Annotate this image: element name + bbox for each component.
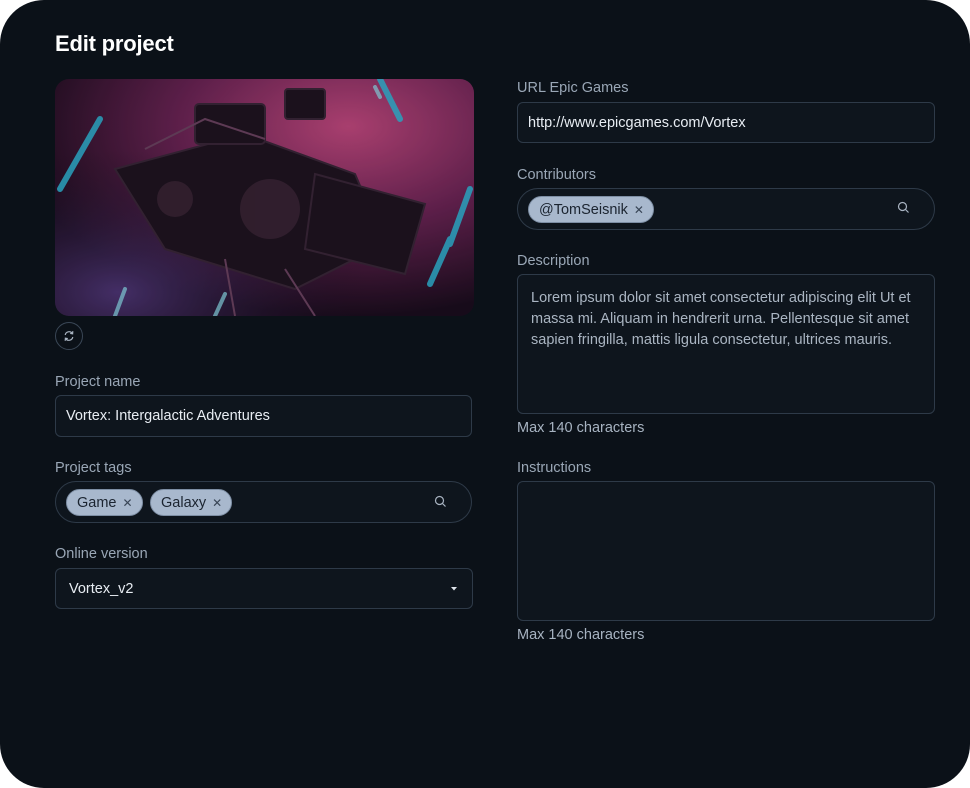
- tag-chip: Galaxy ✕: [150, 489, 233, 516]
- online-version-value: Vortex_v2: [69, 581, 134, 597]
- url-label: URL Epic Games: [517, 80, 629, 96]
- project-tags-input[interactable]: Game ✕ Galaxy ✕: [55, 481, 472, 523]
- instructions-label: Instructions: [517, 460, 592, 476]
- url-value: http://www.epicgames.com/Vortex: [528, 115, 746, 131]
- description-hint: Max 140 characters: [517, 420, 645, 436]
- close-icon[interactable]: ✕: [212, 496, 222, 510]
- edit-project-panel: Edit project Project name Vortex: Interg…: [0, 0, 970, 788]
- project-name-label: Project name: [55, 374, 141, 390]
- online-version-select[interactable]: Vortex_v2: [55, 568, 473, 609]
- instructions-hint: Max 140 characters: [517, 627, 645, 643]
- contributors-label: Contributors: [517, 167, 596, 183]
- project-tags-label: Project tags: [55, 460, 132, 476]
- contributor-chip-label: @TomSeisnik: [539, 201, 628, 218]
- online-version-label: Online version: [55, 546, 148, 562]
- camera-photo: [55, 79, 474, 316]
- tag-chip: Game ✕: [66, 489, 143, 516]
- page-title: Edit project: [55, 31, 174, 56]
- refresh-image-button[interactable]: [55, 322, 83, 350]
- tag-chip-label: Galaxy: [161, 494, 207, 511]
- refresh-icon: [64, 331, 74, 341]
- instructions-textarea[interactable]: [517, 481, 935, 621]
- contributors-input[interactable]: @TomSeisnik ✕: [517, 188, 935, 230]
- project-name-value: Vortex: Intergalactic Adventures: [66, 408, 270, 424]
- description-label: Description: [517, 253, 590, 269]
- close-icon[interactable]: ✕: [634, 203, 644, 217]
- contributor-chip: @TomSeisnik ✕: [528, 196, 654, 223]
- tag-chip-label: Game: [77, 494, 117, 511]
- url-input[interactable]: http://www.epicgames.com/Vortex: [517, 102, 935, 143]
- close-icon[interactable]: ✕: [123, 496, 133, 510]
- search-icon[interactable]: [897, 201, 911, 215]
- search-icon[interactable]: [434, 495, 448, 509]
- caret-down-icon: [451, 587, 457, 591]
- description-value: Lorem ipsum dolor sit amet consectetur a…: [531, 290, 911, 348]
- project-image: [55, 79, 474, 316]
- project-name-input[interactable]: Vortex: Intergalactic Adventures: [55, 395, 472, 437]
